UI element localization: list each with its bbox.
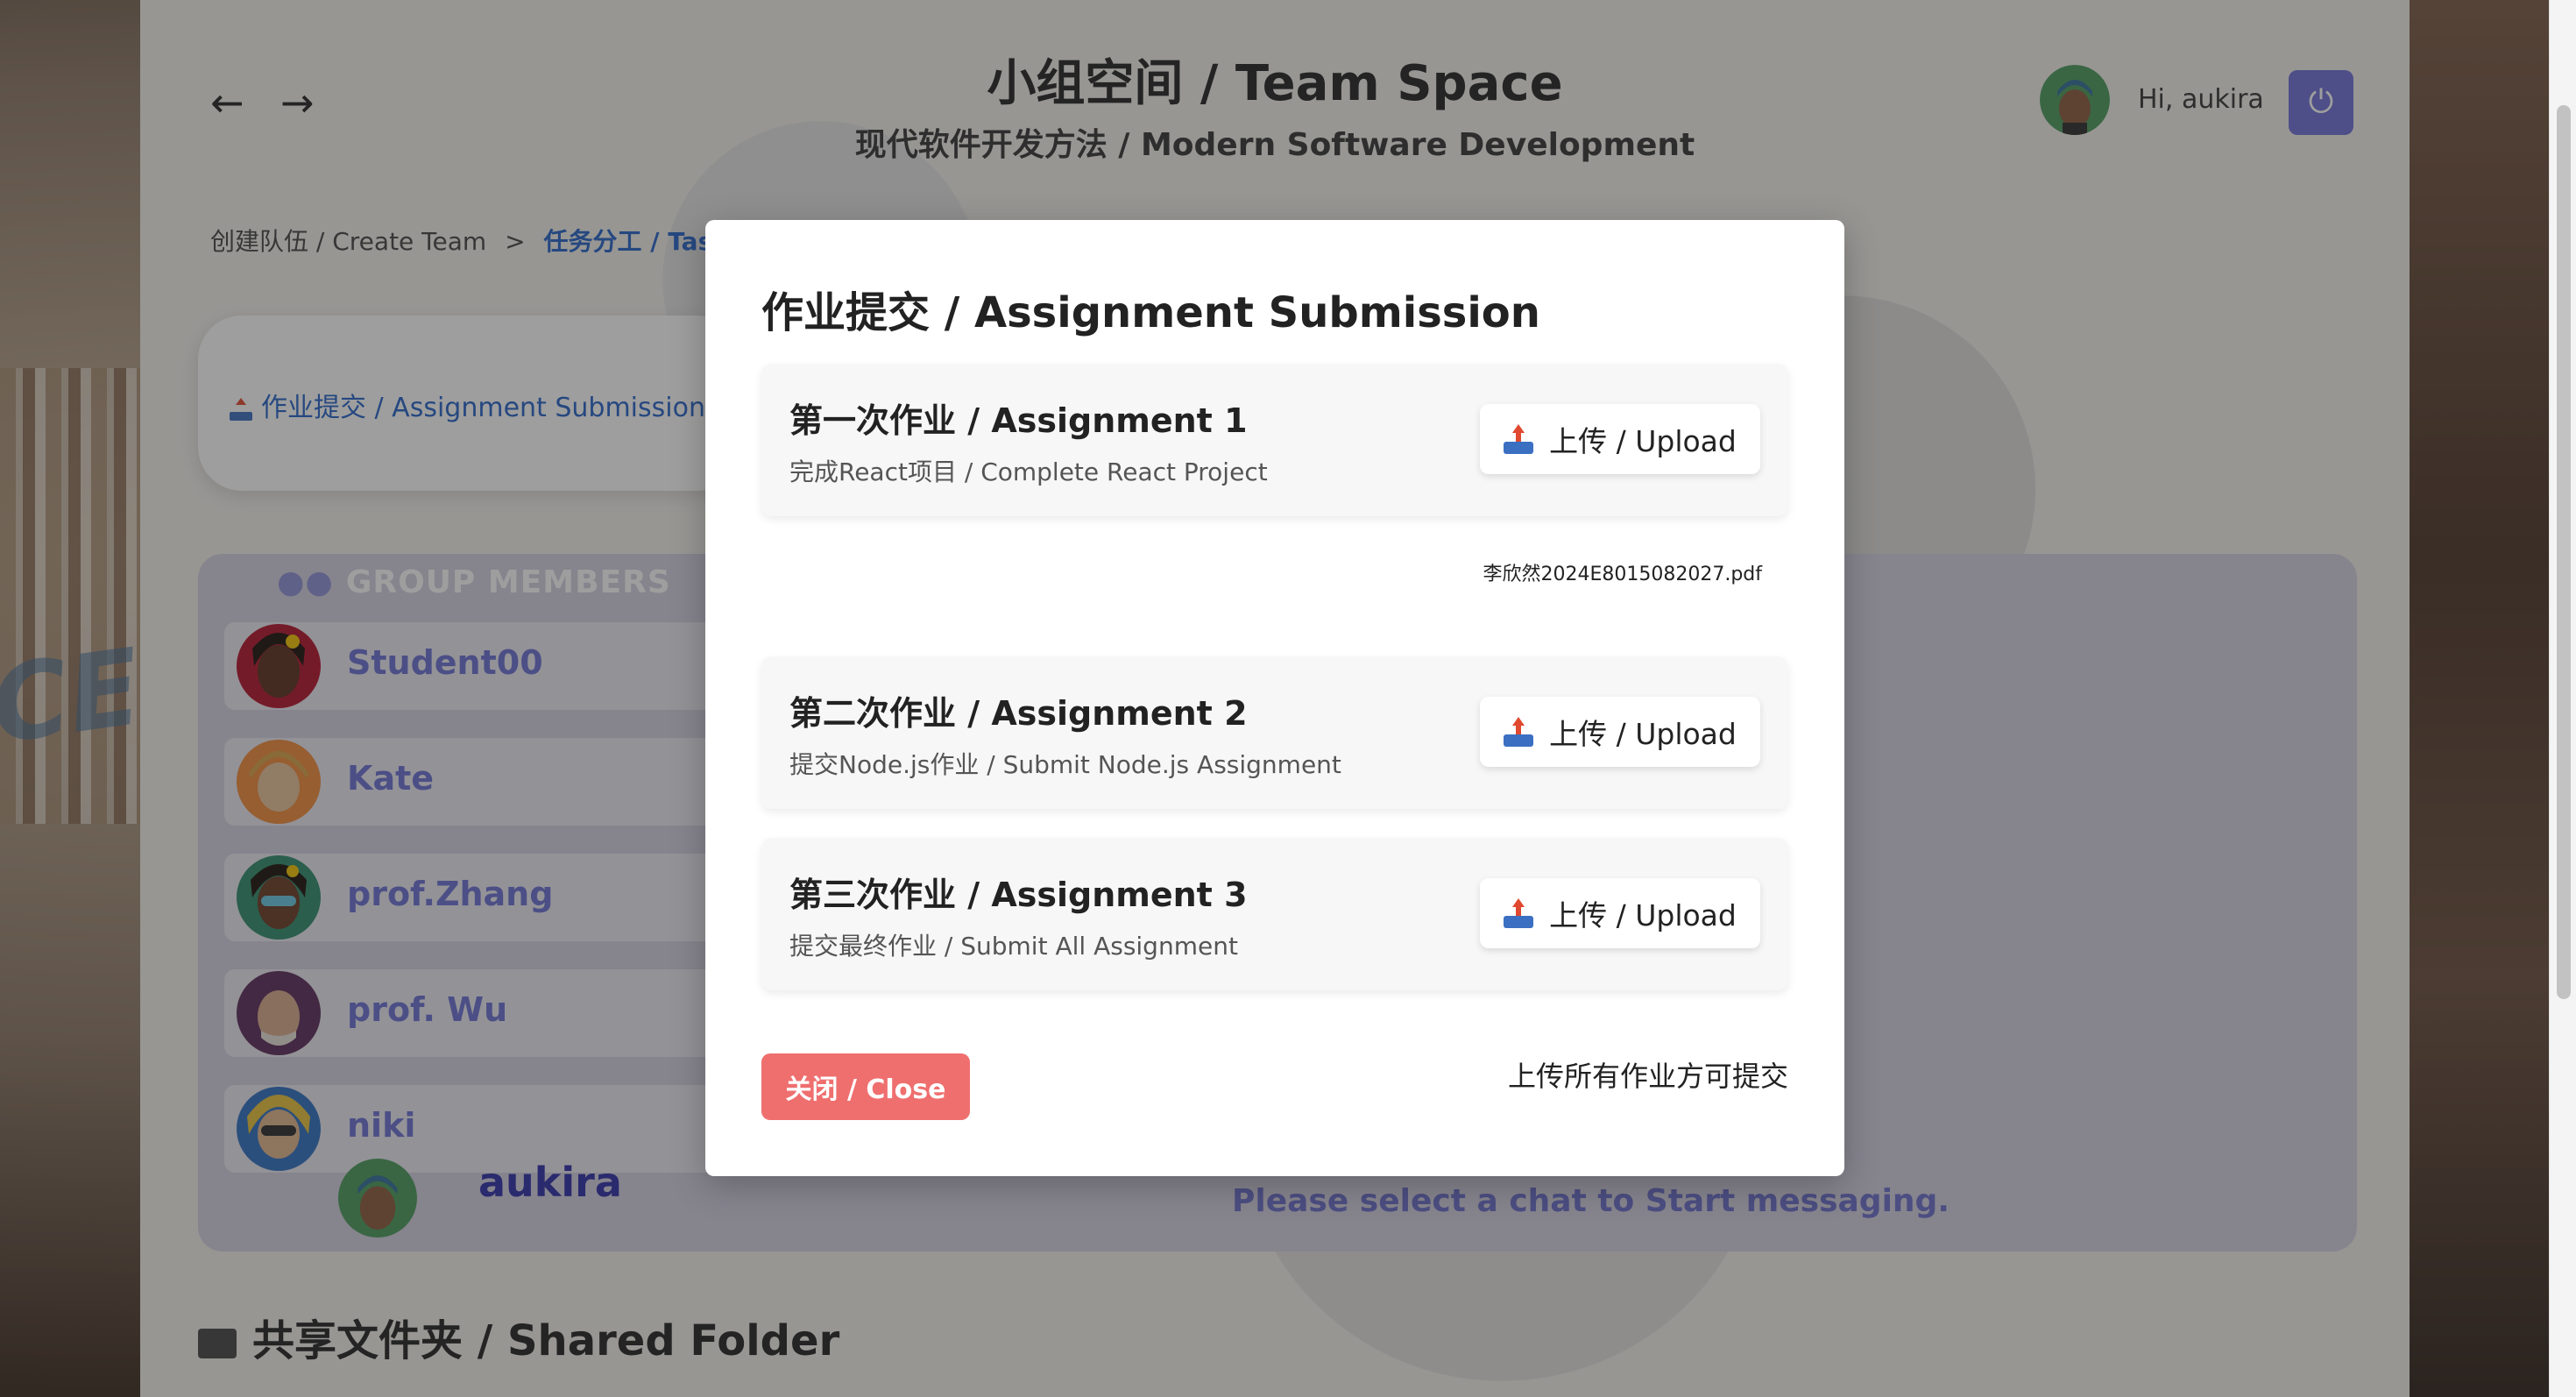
assignment-title: 第一次作业 / Assignment 1 bbox=[789, 401, 1248, 440]
assignment-card: 第三次作业 / Assignment 3 提交最终作业 / Submit All… bbox=[761, 838, 1788, 990]
upload-button[interactable]: 上传 / Upload bbox=[1480, 697, 1760, 767]
upload-button[interactable]: 上传 / Upload bbox=[1480, 404, 1760, 474]
assignment-submission-modal: 作业提交 / Assignment Submission 第一次作业 / Ass… bbox=[705, 220, 1844, 1176]
assignment-description: 提交Node.js作业 / Submit Node.js Assignment bbox=[789, 750, 1341, 779]
close-button[interactable]: 关闭 / Close bbox=[761, 1053, 970, 1120]
upload-icon bbox=[1504, 898, 1534, 928]
submit-hint: 上传所有作业方可提交 bbox=[1507, 1060, 1788, 1093]
assignment-card: 第二次作业 / Assignment 2 提交Node.js作业 / Submi… bbox=[761, 656, 1788, 809]
upload-label: 上传 / Upload bbox=[1549, 717, 1737, 751]
modal-title: 作业提交 / Assignment Submission bbox=[761, 288, 1540, 337]
upload-icon bbox=[1504, 424, 1534, 454]
assignment-card: 第一次作业 / Assignment 1 完成React项目 / Complet… bbox=[761, 364, 1788, 516]
upload-label: 上传 / Upload bbox=[1549, 898, 1737, 933]
assignment-description: 提交最终作业 / Submit All Assignment bbox=[789, 932, 1238, 961]
upload-button[interactable]: 上传 / Upload bbox=[1480, 878, 1760, 948]
scrollbar-thumb[interactable] bbox=[2557, 105, 2571, 999]
assignment-title: 第二次作业 / Assignment 2 bbox=[789, 694, 1248, 733]
upload-label: 上传 / Upload bbox=[1549, 424, 1737, 458]
assignment-description: 完成React项目 / Complete React Project bbox=[789, 457, 1268, 486]
uploaded-file-name[interactable]: 李欣然2024E8015082027.pdf bbox=[1483, 558, 1762, 586]
assignment-title: 第三次作业 / Assignment 3 bbox=[789, 876, 1248, 914]
upload-icon bbox=[1504, 717, 1534, 747]
